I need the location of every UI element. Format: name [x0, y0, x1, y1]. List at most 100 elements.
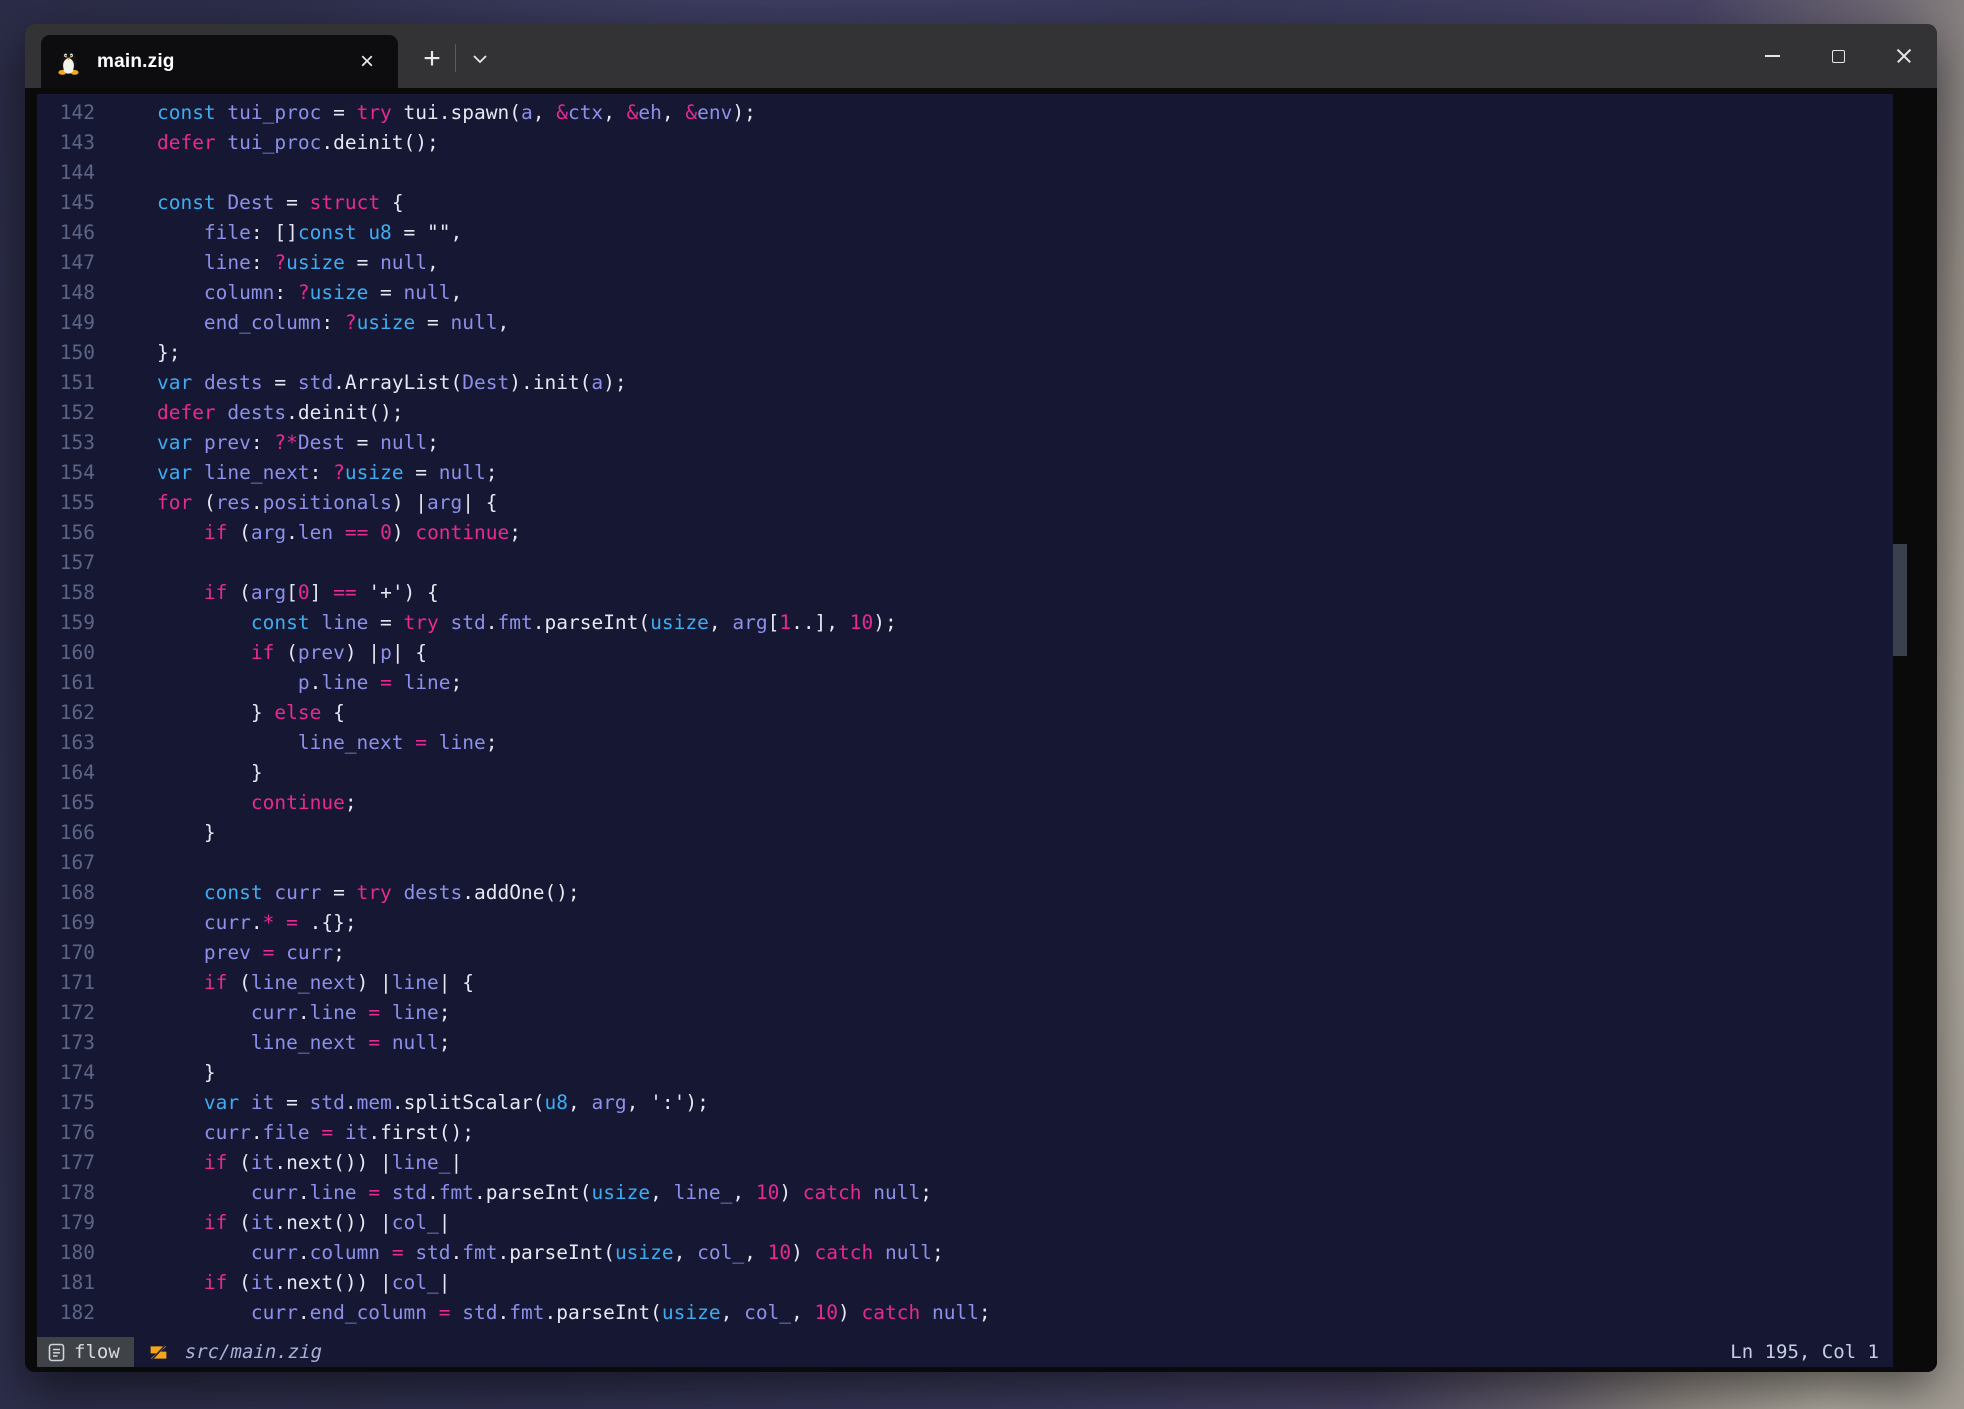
code-text: const line = try std.fmt.parseInt(usize,…	[95, 608, 897, 638]
line-number: 180	[37, 1238, 95, 1268]
line-number: 179	[37, 1208, 95, 1238]
line-number: 154	[37, 458, 95, 488]
code-text: if (line_next) |line| {	[95, 968, 474, 998]
code-line: 163 line_next = line;	[37, 728, 1893, 758]
tab-main-zig[interactable]: main.zig ×	[41, 35, 398, 88]
code-line: 172 curr.line = line;	[37, 998, 1893, 1028]
code-text: file: []const u8 = "",	[95, 218, 462, 248]
code-line: 179 if (it.next()) |col_|	[37, 1208, 1893, 1238]
line-number: 142	[37, 98, 95, 128]
line-number: 181	[37, 1268, 95, 1298]
code-line: 174 }	[37, 1058, 1893, 1088]
new-tab-button[interactable]: +	[409, 38, 455, 80]
code-text: continue;	[95, 788, 357, 818]
scrollbar-thumb[interactable]	[1893, 544, 1907, 656]
code-line: 165 continue;	[37, 788, 1893, 818]
code-editor[interactable]: 142 const tui_proc = try tui.spawn(a, &c…	[37, 94, 1893, 1337]
line-number: 175	[37, 1088, 95, 1118]
code-text: const curr = try dests.addOne();	[95, 878, 580, 908]
code-text: } else {	[95, 698, 345, 728]
code-line: 167	[37, 848, 1893, 878]
code-text: };	[95, 338, 180, 368]
code-text	[95, 848, 110, 878]
code-line: 148 column: ?usize = null,	[37, 278, 1893, 308]
code-line: 180 curr.column = std.fmt.parseInt(usize…	[37, 1238, 1893, 1268]
code-line: 147 line: ?usize = null,	[37, 248, 1893, 278]
line-number: 148	[37, 278, 95, 308]
line-number: 176	[37, 1118, 95, 1148]
code-text: var it = std.mem.splitScalar(u8, arg, ':…	[95, 1088, 709, 1118]
code-text: line_next = line;	[95, 728, 497, 758]
terminal-window: main.zig × + 142 const tui_proc = try tu…	[25, 24, 1937, 1372]
code-text: }	[95, 758, 263, 788]
code-line: 153 var prev: ?*Dest = null;	[37, 428, 1893, 458]
tab-close-icon[interactable]: ×	[350, 45, 384, 79]
mode-badge[interactable]: flow	[37, 1337, 134, 1367]
minimize-icon	[1765, 55, 1780, 57]
minimize-button[interactable]	[1739, 24, 1805, 88]
statusbar-file-path: src/main.zig	[185, 1341, 322, 1363]
line-number: 147	[37, 248, 95, 278]
chevron-down-icon	[472, 54, 488, 64]
statusbar: flow src/main.zig Ln 195, Col 1	[37, 1337, 1893, 1367]
tab-title: main.zig	[97, 51, 175, 73]
code-line: 182 curr.end_column = std.fmt.parseInt(u…	[37, 1298, 1893, 1328]
line-number: 169	[37, 908, 95, 938]
line-number: 162	[37, 698, 95, 728]
maximize-button[interactable]	[1805, 24, 1871, 88]
code-line: 176 curr.file = it.first();	[37, 1118, 1893, 1148]
maximize-icon	[1832, 50, 1845, 63]
code-line: 178 curr.line = std.fmt.parseInt(usize, …	[37, 1178, 1893, 1208]
terminal-screen[interactable]: 142 const tui_proc = try tui.spawn(a, &c…	[37, 94, 1893, 1367]
code-text: var dests = std.ArrayList(Dest).init(a);	[95, 368, 627, 398]
statusbar-cursor-position: Ln 195, Col 1	[1730, 1341, 1893, 1363]
line-number: 163	[37, 728, 95, 758]
line-number: 157	[37, 548, 95, 578]
code-line: 169 curr.* = .{};	[37, 908, 1893, 938]
line-number: 161	[37, 668, 95, 698]
code-text: prev = curr;	[95, 938, 345, 968]
code-text: if (prev) |p| {	[95, 638, 427, 668]
code-text: curr.end_column = std.fmt.parseInt(usize…	[95, 1298, 991, 1328]
code-text: end_column: ?usize = null,	[95, 308, 509, 338]
titlebar[interactable]: main.zig × +	[25, 24, 1937, 88]
code-line: 170 prev = curr;	[37, 938, 1893, 968]
code-text: line: ?usize = null,	[95, 248, 439, 278]
line-number: 153	[37, 428, 95, 458]
close-button[interactable]	[1871, 24, 1937, 88]
code-text: if (it.next()) |col_|	[95, 1268, 451, 1298]
line-number: 174	[37, 1058, 95, 1088]
code-text: curr.* = .{};	[95, 908, 357, 938]
line-number: 146	[37, 218, 95, 248]
code-text: curr.line = std.fmt.parseInt(usize, line…	[95, 1178, 932, 1208]
code-text: if (arg.len == 0) continue;	[95, 518, 521, 548]
code-line: 144	[37, 158, 1893, 188]
code-line: 168 const curr = try dests.addOne();	[37, 878, 1893, 908]
line-number: 156	[37, 518, 95, 548]
window-controls	[1739, 24, 1937, 88]
code-line: 154 var line_next: ?usize = null;	[37, 458, 1893, 488]
code-text: curr.line = line;	[95, 998, 451, 1028]
line-number: 151	[37, 368, 95, 398]
code-line: 157	[37, 548, 1893, 578]
line-number: 145	[37, 188, 95, 218]
code-text: p.line = line;	[95, 668, 462, 698]
line-number: 165	[37, 788, 95, 818]
code-line: 175 var it = std.mem.splitScalar(u8, arg…	[37, 1088, 1893, 1118]
line-number: 177	[37, 1148, 95, 1178]
tab-dropdown-button[interactable]	[457, 38, 503, 80]
code-line: 164 }	[37, 758, 1893, 788]
code-text: if (it.next()) |col_|	[95, 1208, 451, 1238]
close-icon	[1896, 48, 1912, 64]
code-line: 181 if (it.next()) |col_|	[37, 1268, 1893, 1298]
line-number: 152	[37, 398, 95, 428]
code-line: 146 file: []const u8 = "",	[37, 218, 1893, 248]
code-text: defer dests.deinit();	[95, 398, 404, 428]
code-line: 161 p.line = line;	[37, 668, 1893, 698]
code-line: 143 defer tui_proc.deinit();	[37, 128, 1893, 158]
code-text: var prev: ?*Dest = null;	[95, 428, 439, 458]
code-line: 162 } else {	[37, 698, 1893, 728]
code-line: 173 line_next = null;	[37, 1028, 1893, 1058]
code-line: 166 }	[37, 818, 1893, 848]
document-icon	[48, 1343, 65, 1362]
